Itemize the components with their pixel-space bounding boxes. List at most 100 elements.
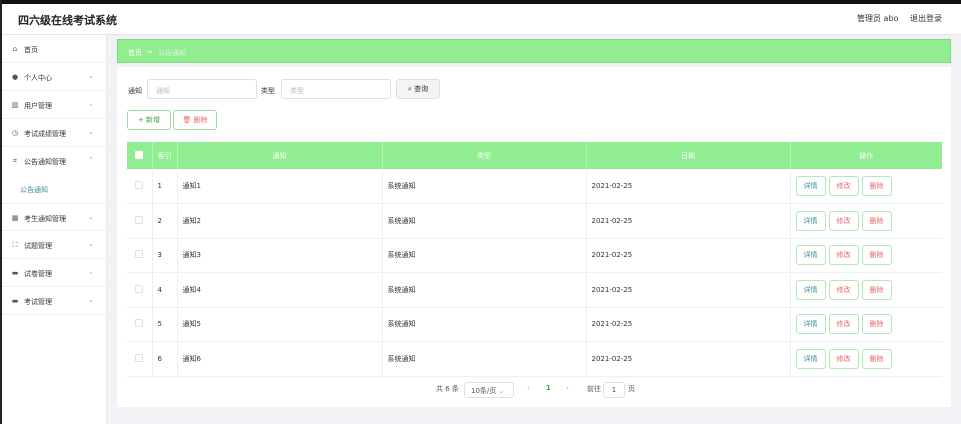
row-checkbox[interactable]: [127, 238, 153, 273]
edit-button[interactable]: 修改: [828, 279, 859, 300]
row-notice: 通知2: [177, 203, 383, 239]
sidebar-item-exams[interactable]: ▬ 考试管理 ⌄: [2, 287, 107, 315]
row-notice: 通知5: [177, 307, 383, 342]
sidebar-subitem-announcement[interactable]: 公告通知: [2, 175, 107, 203]
row-actions: 详情 修改 删除: [790, 307, 942, 342]
row-checkbox[interactable]: [127, 341, 153, 377]
logout-link[interactable]: 退出登录: [910, 13, 942, 24]
current-page-number[interactable]: 1: [546, 384, 551, 392]
trash-icon: 🗑: [182, 116, 192, 124]
row-index: 1: [152, 169, 178, 204]
detail-button[interactable]: 详情: [795, 176, 826, 196]
row-delete-button[interactable]: 删除: [861, 210, 892, 231]
detail-button[interactable]: 详情: [795, 314, 826, 335]
page-suffix-label: 页: [628, 385, 635, 393]
edit-button[interactable]: 修改: [828, 245, 859, 266]
row-date: 2021-02-25: [586, 307, 791, 342]
row-notice: 通知4: [177, 272, 383, 308]
top-header: 四六级在线考试系统 管理员 abo 退出登录: [2, 4, 961, 35]
sidebar-item-questions[interactable]: ⛶ 试题管理 ⌄: [2, 231, 107, 259]
query-button[interactable]: ⌕ 查询: [396, 79, 440, 99]
row-checkbox[interactable]: [127, 272, 153, 308]
row-index: 2: [152, 203, 178, 239]
sidebar-subitem-label: 公告通知: [20, 186, 48, 194]
page-size-select[interactable]: 10条/页 ⌄: [464, 382, 514, 398]
table-row: 6 通知6 系统通知 2021-02-25 详情 修改 删除: [127, 341, 942, 377]
fullscreen-icon: ⛶: [12, 241, 18, 249]
row-date: 2021-02-25: [586, 238, 791, 273]
row-actions: 详情 修改 删除: [790, 341, 942, 377]
prev-page-button[interactable]: ‹: [527, 384, 530, 392]
chevron-down-icon: ⌄: [88, 100, 94, 108]
column-header-date: 日期: [586, 142, 791, 169]
sidebar-item-student-notices[interactable]: ▦ 考生通知管理 ⌄: [2, 203, 107, 231]
sidebar-item-users[interactable]: ▥ 用户管理 ⌄: [2, 91, 107, 119]
row-delete-button[interactable]: 删除: [861, 245, 892, 266]
row-actions: 详情 修改 删除: [790, 272, 942, 308]
sidebar-item-profile[interactable]: ● 个人中心 ⌄: [2, 63, 107, 91]
sidebar-item-scores[interactable]: ◷ 考试成绩管理 ⌄: [2, 119, 107, 147]
delete-button[interactable]: 🗑 删除: [173, 110, 217, 130]
row-index: 3: [152, 238, 178, 273]
breadcrumb: 首页 → 公告通知: [117, 39, 951, 63]
row-notice: 通知3: [177, 238, 383, 273]
edit-button[interactable]: 修改: [828, 314, 859, 335]
user-icon: ●: [11, 73, 19, 81]
row-date: 2021-02-25: [586, 169, 791, 204]
row-delete-button[interactable]: 删除: [861, 176, 892, 196]
sidebar-item-papers[interactable]: ▬ 试卷管理 ⌄: [2, 259, 107, 287]
row-checkbox[interactable]: [127, 307, 153, 342]
sidebar-item-home[interactable]: ⌂ 首页: [2, 35, 107, 63]
goto-page-input[interactable]: 1: [603, 382, 625, 398]
sidebar-item-label: 考试成绩管理: [24, 130, 66, 138]
notice-label: 通知: [128, 87, 142, 95]
row-checkbox[interactable]: [127, 169, 153, 204]
row-index: 6: [152, 341, 178, 377]
add-button-label: 新增: [146, 116, 161, 124]
chevron-down-icon: ⌄: [88, 72, 94, 80]
type-search-input[interactable]: 类型: [281, 79, 391, 99]
breadcrumb-home[interactable]: 首页: [128, 48, 142, 58]
chevron-down-icon: ⌄: [88, 128, 94, 136]
table-row: 5 通知5 系统通知 2021-02-25 详情 修改 删除: [127, 307, 942, 342]
chevron-down-icon: ⌄: [88, 213, 94, 221]
row-actions: 详情 修改 删除: [790, 169, 942, 204]
row-date: 2021-02-25: [586, 203, 791, 239]
column-header-type[interactable]: 类型: [382, 142, 587, 169]
notice-search-input[interactable]: 通知: [147, 79, 257, 99]
sidebar-item-label: 公告通知管理: [24, 158, 66, 166]
row-type: 系统通知: [382, 272, 587, 308]
row-checkbox[interactable]: [127, 203, 153, 239]
row-notice: 通知6: [177, 341, 383, 377]
detail-button[interactable]: 详情: [795, 210, 826, 231]
add-button[interactable]: + 新增: [127, 110, 171, 130]
home-icon: ⌂: [12, 45, 18, 53]
row-notice: 通知1: [177, 169, 383, 204]
sidebar-item-announcements[interactable]: ⌗ 公告通知管理 ⌃: [2, 147, 107, 175]
edit-button[interactable]: 修改: [828, 210, 859, 231]
next-page-button[interactable]: ›: [566, 384, 569, 392]
select-all-checkbox[interactable]: [127, 142, 153, 169]
delete-button-label: 删除: [193, 116, 208, 124]
page-size-value: 10条/页: [471, 387, 497, 395]
sidebar-item-label: 用户管理: [24, 102, 52, 110]
detail-button[interactable]: 详情: [795, 279, 826, 300]
row-delete-button[interactable]: 删除: [861, 314, 892, 335]
edit-button[interactable]: 修改: [828, 176, 859, 196]
edit-button[interactable]: 修改: [828, 348, 859, 369]
row-delete-button[interactable]: 删除: [861, 348, 892, 369]
sidebar-item-label: 考试管理: [24, 298, 52, 306]
column-header-index: 索引: [152, 142, 178, 169]
row-date: 2021-02-25: [586, 272, 791, 308]
row-type: 系统通知: [382, 169, 587, 204]
row-actions: 详情 修改 删除: [790, 203, 942, 239]
table-row: 2 通知2 系统通知 2021-02-25 详情 修改 删除: [127, 203, 942, 239]
sidebar-item-label: 个人中心: [24, 74, 52, 82]
row-delete-button[interactable]: 删除: [861, 279, 892, 300]
search-icon: ⌕: [407, 85, 412, 93]
row-type: 系统通知: [382, 203, 587, 239]
chevron-down-icon: ⌄: [88, 240, 94, 248]
detail-button[interactable]: 详情: [795, 245, 826, 266]
chevron-down-icon: ⌄: [88, 268, 94, 276]
detail-button[interactable]: 详情: [795, 348, 826, 369]
